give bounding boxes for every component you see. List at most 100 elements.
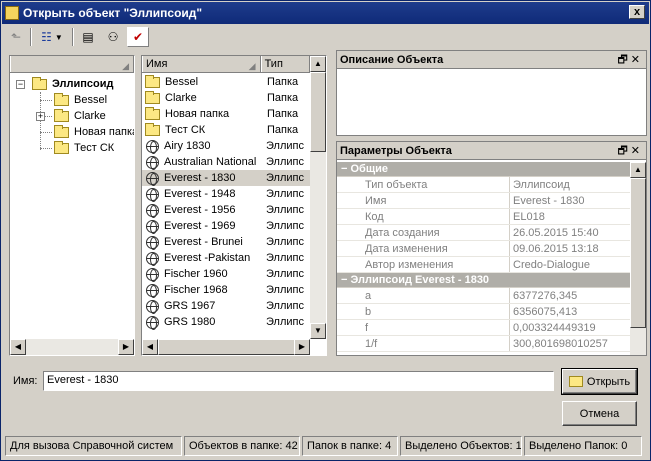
up-folder-button[interactable]: ⬑ [5,27,27,47]
expand-icon[interactable]: + [36,112,45,121]
property-value: Эллипсоид [513,179,570,191]
tree-node[interactable]: Новая папка [54,124,134,140]
property-key: Имя [337,193,510,208]
list-item[interactable]: Everest - 1969 Эллипс [142,218,310,234]
list-item[interactable]: Тест СК Папка [142,122,310,138]
scroll-up-arrow-icon[interactable]: ▲ [630,162,646,178]
cancel-button[interactable]: Отмена [562,401,637,426]
open-button[interactable]: Открыть [561,368,638,395]
tree-node[interactable]: Bessel [54,92,107,108]
description-panel-title: Описание Объекта 🗗✕ [337,51,646,69]
property-key: Дата изменения [337,241,510,256]
list-item-type: Папка [267,76,299,88]
scroll-thumb[interactable] [310,72,326,152]
list-item-type: Эллипс [266,204,304,216]
property-row[interactable]: Код EL018 [337,209,630,225]
status-help: Для вызова Справочной систем [5,436,182,456]
close-icon[interactable]: ✕ [631,54,643,66]
column-header-type[interactable]: Тип [260,56,310,72]
list-item-name: Fischer 1960 [164,268,228,280]
name-label: Имя: [13,375,38,387]
tree-node[interactable]: Тест СК [54,140,114,156]
restore-icon[interactable]: 🗗 [617,54,630,66]
property-value: Credo-Dialogue [513,259,591,271]
folder-icon [54,140,69,154]
property-value: 09.06.2015 13:18 [513,243,599,255]
list-item[interactable]: Bessel Папка [142,74,310,90]
scroll-left-arrow-icon[interactable]: ◀ [10,339,26,355]
scroll-right-arrow-icon[interactable]: ▶ [294,339,310,355]
list-item-type: Эллипс [266,140,304,152]
name-input[interactable]: Everest - 1830 [43,371,554,391]
list-item[interactable]: Fischer 1968 Эллипс [142,282,310,298]
property-row[interactable]: a 6377276,345 [337,288,630,304]
list-item[interactable]: Everest -Pakistan Эллипс [142,250,310,266]
restore-icon[interactable]: 🗗 [617,145,630,157]
tree-horizontal-scrollbar[interactable]: ◀ ▶ [10,339,134,355]
list-item[interactable]: Fischer 1960 Эллипс [142,266,310,282]
scroll-down-arrow-icon[interactable]: ▼ [310,323,326,339]
list-item-type: Эллипс [266,252,304,264]
list-item-name: Fischer 1968 [164,284,228,296]
property-key: Тип объекта [337,177,510,192]
property-row[interactable]: Тип объекта Эллипсоид [337,177,630,193]
list-item[interactable]: Everest - 1948 Эллипс [142,186,310,202]
globe-icon [146,315,159,330]
collapse-icon[interactable]: − [16,80,25,89]
status-objects-count: Объектов в папке: 42 [184,436,300,456]
property-key: a [337,288,510,303]
list-header: Имя ◢ Тип [142,56,310,73]
check-button[interactable]: ✔ [127,27,149,47]
list-item[interactable]: Everest - 1956 Эллипс [142,202,310,218]
scroll-thumb[interactable] [630,178,646,328]
property-group-header[interactable]: − Эллипсоид Everest - 1830 [337,273,630,288]
property-key: Автор изменения [337,257,510,272]
toolbar: ⬑ ☷ ▼ ▤ ⚇ ✔ [5,26,149,48]
column-header-name[interactable]: Имя ◢ [142,56,261,72]
sort-arrow-icon: ◢ [248,61,256,71]
tree-node[interactable]: Clarke [54,108,106,124]
properties-button[interactable]: ▤ [77,27,99,47]
scroll-up-arrow-icon[interactable]: ▲ [310,56,326,72]
list-item[interactable]: GRS 1980 Эллипс [142,314,310,330]
list-item-type: Эллипс [266,236,304,248]
property-grid[interactable]: − Общие Тип объекта Эллипсоид Имя Everest - … [337,162,630,355]
object-list-panel[interactable]: Имя ◢ Тип Bessel Папка Clarke Папка Новая пап… [141,55,327,356]
scroll-left-arrow-icon[interactable]: ◀ [142,339,158,355]
property-row[interactable]: 1/f 300,801698010257 [337,336,630,352]
list-item[interactable]: Новая папка Папка [142,106,310,122]
params-vertical-scrollbar[interactable]: ▲ [630,162,646,355]
globe-icon [146,299,159,314]
folder-icon [145,122,160,136]
list-item[interactable]: Clarke Папка [142,90,310,106]
property-row[interactable]: Имя Everest - 1830 [337,193,630,209]
list-item-type: Эллипс [266,284,304,296]
tree-node-label: Эллипсоид [52,78,114,90]
property-row[interactable]: Дата изменения 09.06.2015 13:18 [337,241,630,257]
scroll-right-arrow-icon[interactable]: ▶ [118,339,134,355]
list-item[interactable]: Airy 1830 Эллипс [142,138,310,154]
list-item[interactable]: GRS 1967 Эллипс [142,298,310,314]
list-vertical-scrollbar[interactable]: ▲ ▼ [310,56,326,339]
property-row[interactable]: Автор изменения Credo-Dialogue [337,257,630,273]
folder-tree-panel[interactable]: ◢ − Эллипсоид + Bessel Clarke Новая папк… [9,55,135,356]
tree-header-cell[interactable]: ◢ [10,56,134,72]
property-row[interactable]: f 0,003324449319 [337,320,630,336]
list-item-name: Тест СК [165,124,206,136]
scroll-thumb[interactable] [158,339,298,355]
property-row[interactable]: b 6356075,413 [337,304,630,320]
list-item[interactable]: Australian National Эллипс [142,154,310,170]
property-group-header[interactable]: − Общие [337,162,630,177]
view-mode-button[interactable]: ☷ ▼ [35,27,69,47]
find-button[interactable]: ⚇ [102,27,124,47]
property-key: 1/f [337,336,510,351]
property-row[interactable]: Дата создания 26.05.2015 15:40 [337,225,630,241]
list-item-name: Clarke [165,92,197,104]
tree-node-root[interactable]: Эллипсоид [32,76,114,92]
list-item[interactable]: Everest - Brunei Эллипс [142,234,310,250]
list-item[interactable]: Everest - 1830 Эллипс [142,170,310,186]
list-horizontal-scrollbar[interactable]: ◀ ▶ [142,339,310,355]
close-icon[interactable]: ✕ [631,145,643,157]
close-button[interactable]: x [629,5,645,19]
list-item-name: Bessel [165,76,199,88]
